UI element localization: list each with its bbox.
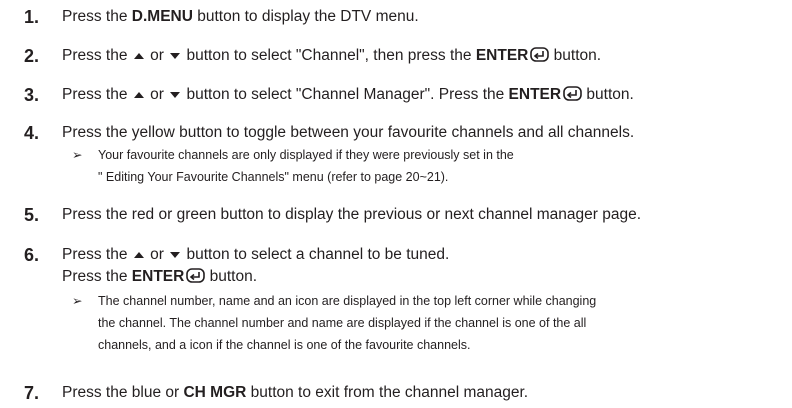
step-text: Press the red or green button to display…	[62, 206, 642, 223]
enter-icon	[530, 47, 550, 62]
down-arrow-icon	[170, 91, 181, 98]
enter-icon	[563, 86, 582, 101]
step-text: Press the blue or CH MGR button to exit …	[62, 384, 529, 401]
ch-mgr-button-label: CH MGR	[183, 384, 247, 401]
step-number: 3.	[24, 85, 40, 105]
note-line: Your favourite channels are only display…	[98, 148, 514, 162]
enter-button-label: ENTER	[475, 47, 529, 64]
note-line: the channel. The channel number and name…	[98, 316, 587, 330]
step-text: Press the or button to select "Channel",…	[62, 47, 602, 64]
step-number: 6.	[24, 245, 40, 265]
up-arrow-icon	[133, 251, 144, 258]
step-text: Press the or button to select "Channel M…	[62, 86, 634, 103]
step-text: Press the or button to select a channel …	[62, 246, 450, 263]
step-number: 4.	[24, 123, 40, 143]
step-number: 5.	[24, 205, 40, 225]
enter-icon	[186, 268, 206, 283]
enter-button-label: ENTER	[508, 86, 562, 103]
step-text: Press the D.MENU button to display the D…	[62, 8, 419, 25]
note-line: " Editing Your Favourite Channels" menu …	[98, 170, 449, 184]
step-number: 1.	[24, 7, 40, 27]
up-arrow-icon	[133, 91, 144, 98]
step-number: 2.	[24, 46, 40, 66]
step-number: 7.	[24, 383, 40, 403]
down-arrow-icon	[170, 251, 181, 258]
note-line: channels, and a icon if the channel is o…	[98, 338, 471, 352]
d-menu-button-label: D.MENU	[131, 8, 193, 25]
step-text-line-2: Press the ENTER button.	[62, 268, 258, 285]
step-text: Press the yellow button to toggle betwee…	[62, 124, 635, 141]
up-arrow-icon	[133, 52, 144, 59]
enter-button-label: ENTER	[131, 268, 185, 285]
note-line: The channel number, name and an icon are…	[98, 294, 597, 308]
note-arrow-icon: ➢	[72, 148, 83, 162]
note-arrow-icon: ➢	[72, 294, 83, 308]
down-arrow-icon	[170, 52, 181, 59]
